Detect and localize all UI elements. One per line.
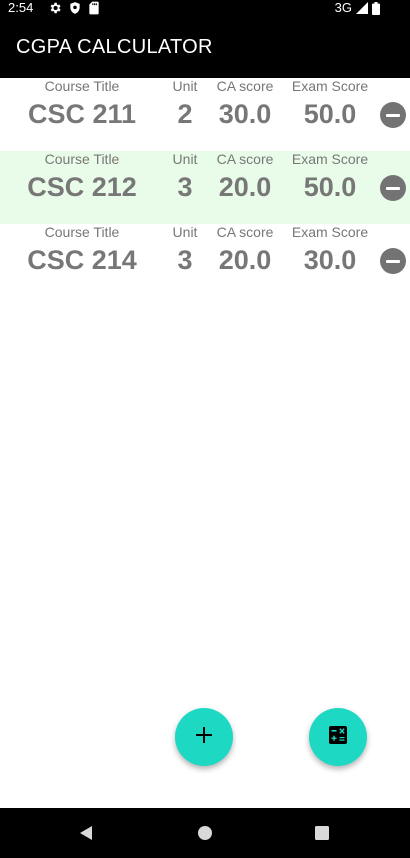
- course-title-label: Course Title: [44, 78, 120, 94]
- status-bar: 2:54 3G: [0, 0, 410, 16]
- ca-score-label: CA score: [216, 224, 274, 240]
- ca-score-label: CA score: [216, 151, 274, 167]
- calculate-cgpa-button[interactable]: [309, 708, 367, 766]
- ca-score-value: 20.0: [218, 245, 272, 275]
- sd-card-icon: [88, 1, 100, 15]
- add-course-button[interactable]: [175, 708, 233, 766]
- remove-circle-icon: [386, 186, 400, 190]
- home-icon[interactable]: [197, 825, 213, 846]
- status-time: 2:54: [8, 0, 34, 15]
- ca-score-label: CA score: [216, 78, 274, 94]
- app-bar: CGPA CALCULATOR: [0, 16, 410, 78]
- ca-score-value: 30.0: [218, 99, 272, 129]
- course-row[interactable]: Course Title CSC 214 Unit 3 CA score 20.…: [0, 224, 410, 297]
- network-type: 3G: [334, 0, 352, 15]
- unit-value: 3: [177, 172, 193, 202]
- remove-course-button[interactable]: [380, 175, 406, 201]
- calculator-icon: [328, 725, 348, 750]
- app-title: CGPA CALCULATOR: [16, 36, 213, 58]
- course-title-label: Course Title: [44, 224, 120, 240]
- course-row[interactable]: Course Title CSC 212 Unit 3 CA score 20.…: [0, 151, 410, 224]
- course-title-value: CSC 212: [27, 172, 137, 202]
- gear-icon: [48, 1, 62, 15]
- unit-label: Unit: [172, 78, 198, 94]
- course-title-value: CSC 214: [27, 245, 137, 275]
- course-list: Course Title CSC 211 Unit 2 CA score 30.…: [0, 78, 410, 808]
- course-title-label: Course Title: [44, 151, 120, 167]
- remove-course-button[interactable]: [380, 102, 406, 128]
- exam-score-label: Exam Score: [291, 224, 369, 240]
- unit-label: Unit: [172, 224, 198, 240]
- exam-score-label: Exam Score: [291, 151, 369, 167]
- ca-score-value: 20.0: [218, 172, 272, 202]
- recents-icon[interactable]: [314, 825, 330, 846]
- battery-icon: [372, 1, 380, 15]
- unit-value: 3: [177, 245, 193, 275]
- exam-score-value: 50.0: [303, 172, 357, 202]
- course-row[interactable]: Course Title CSC 211 Unit 2 CA score 30.…: [0, 78, 410, 151]
- exam-score-value: 30.0: [303, 245, 357, 275]
- course-title-value: CSC 211: [27, 99, 137, 129]
- system-nav-bar: [0, 808, 410, 858]
- signal-icon: [356, 2, 368, 14]
- exam-score-label: Exam Score: [291, 78, 369, 94]
- unit-value: 2: [177, 99, 193, 129]
- remove-circle-icon: [386, 113, 400, 117]
- plus-icon: [195, 726, 213, 749]
- back-icon[interactable]: [78, 825, 94, 846]
- unit-label: Unit: [172, 151, 198, 167]
- exam-score-value: 50.0: [303, 99, 357, 129]
- remove-circle-icon: [386, 259, 400, 263]
- shield-icon: [68, 1, 82, 15]
- remove-course-button[interactable]: [380, 248, 406, 274]
